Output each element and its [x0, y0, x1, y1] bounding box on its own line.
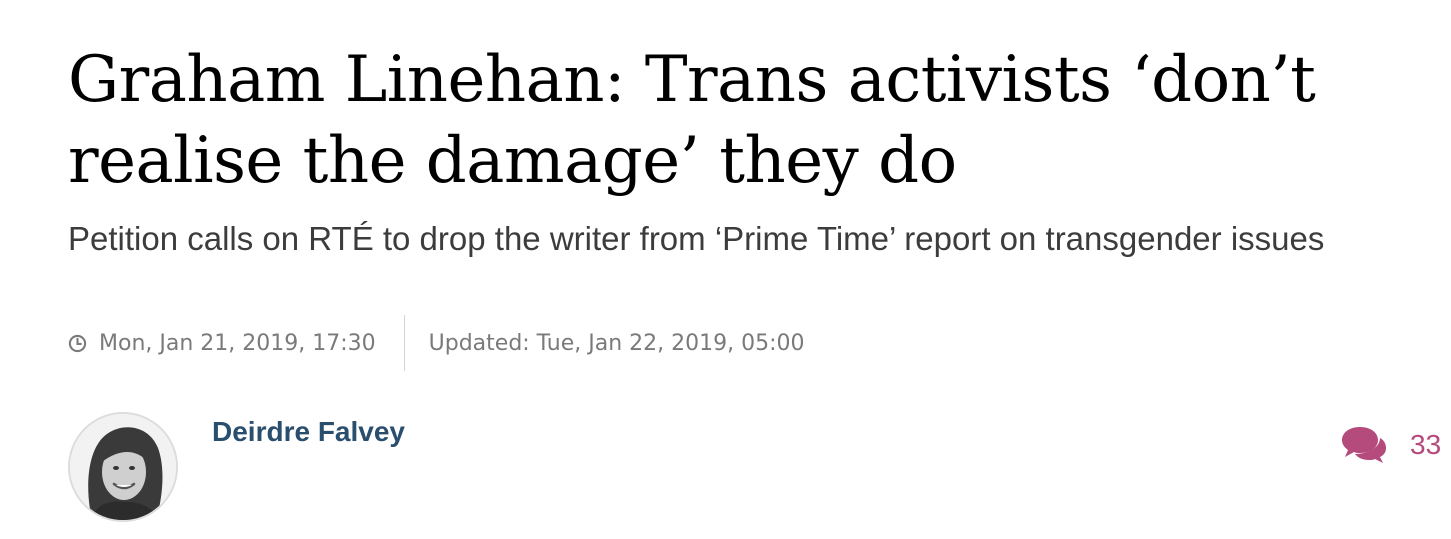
clock-icon	[68, 334, 87, 352]
published-date-text: Mon, Jan 21, 2019, 17:30	[99, 330, 376, 356]
comments-count: 33	[1410, 429, 1442, 460]
article-standfirst: Petition calls on RTÉ to drop the writer…	[68, 220, 1325, 257]
published-date: Mon, Jan 21, 2019, 17:30	[68, 315, 404, 371]
updated-date: Updated: Tue, Jan 22, 2019, 05:00	[428, 330, 805, 356]
article-headline: Graham Linehan: Trans activists ‘don’t r…	[68, 43, 1316, 198]
article-meta: Mon, Jan 21, 2019, 17:30 Updated: Tue, J…	[68, 315, 805, 371]
article-header: Graham Linehan: Trans activists ‘don’t r…	[68, 40, 1438, 260]
comments-icon	[1342, 427, 1386, 463]
author-avatar[interactable]	[68, 412, 178, 522]
author-name-link[interactable]: Deirdre Falvey	[212, 416, 405, 448]
author-photo-icon	[70, 414, 176, 520]
byline: Deirdre Falvey	[68, 412, 405, 522]
comments-link[interactable]: 33	[1340, 425, 1441, 465]
